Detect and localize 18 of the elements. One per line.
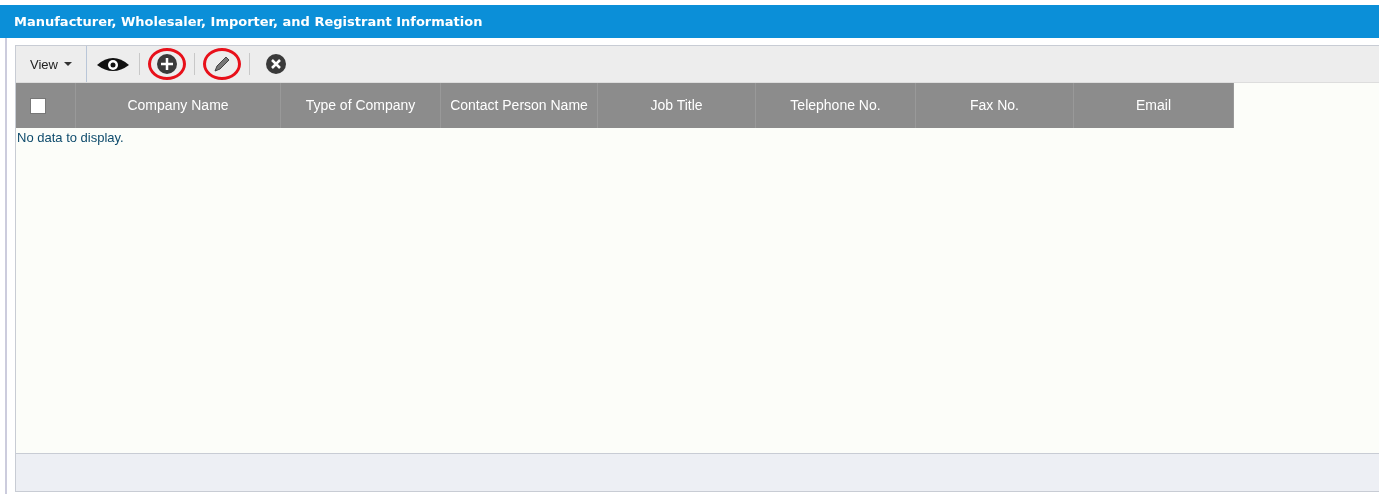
close-icon [264, 53, 287, 75]
panel-title: Manufacturer, Wholesaler, Importer, and Registrant Information [0, 5, 1379, 38]
column-header[interactable]: Company Name [127, 97, 229, 114]
empty-message: No data to display. [16, 129, 125, 145]
select-all-checkbox[interactable] [30, 97, 46, 114]
column-header[interactable]: Telephone No. [790, 97, 881, 114]
caret-icon [63, 62, 72, 66]
add-button[interactable] [147, 48, 186, 80]
eye-icon [95, 55, 130, 73]
column-header[interactable]: Email [1136, 97, 1171, 114]
view-menu[interactable]: View [16, 46, 87, 82]
column-header[interactable]: Contact Person Name [450, 97, 588, 114]
plus-icon [155, 53, 178, 75]
column-header[interactable]: Type of Company [305, 97, 416, 114]
edit-button[interactable] [202, 48, 241, 80]
column-header[interactable]: Fax No. [970, 97, 1019, 114]
pencil-icon [211, 54, 232, 74]
column-header[interactable]: Job Title [650, 97, 703, 114]
